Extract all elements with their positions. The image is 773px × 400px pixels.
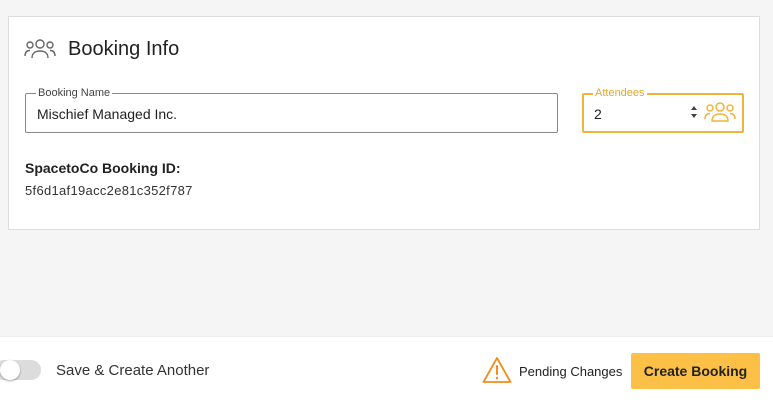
- card-title: Booking Info: [68, 37, 180, 60]
- create-booking-button[interactable]: Create Booking: [631, 353, 760, 389]
- people-group-icon: [24, 39, 56, 59]
- booking-name-field[interactable]: Booking Name Mischief Managed Inc.: [25, 87, 558, 133]
- booking-id-label: SpacetoCo Booking ID:: [25, 160, 181, 176]
- booking-info-card: Booking Info Booking Name Mischief Manag…: [8, 16, 760, 230]
- save-and-create-another-toggle[interactable]: [0, 360, 41, 380]
- attendees-stepper[interactable]: [689, 104, 699, 122]
- booking-name-label: Booking Name: [36, 87, 113, 99]
- card-header: Booking Info: [24, 37, 179, 61]
- attendees-label: Attendees: [593, 87, 647, 99]
- stepper-down-icon[interactable]: [691, 114, 697, 118]
- warning-triangle-icon: [482, 357, 512, 383]
- stepper-up-icon[interactable]: [691, 106, 697, 110]
- save-and-create-another-label: Save & Create Another: [56, 362, 210, 379]
- attendees-field[interactable]: Attendees 2: [582, 87, 744, 133]
- booking-name-value[interactable]: Mischief Managed Inc.: [37, 106, 177, 122]
- booking-id-value: 5f6d1af19acc2e81c352f787: [25, 183, 193, 198]
- attendees-value[interactable]: 2: [594, 106, 602, 122]
- pending-changes-label: Pending Changes: [519, 364, 623, 379]
- toggle-knob[interactable]: [0, 360, 20, 380]
- people-group-icon: [704, 102, 736, 122]
- footer-bar: Save & Create Another Pending Changes Cr…: [0, 336, 773, 400]
